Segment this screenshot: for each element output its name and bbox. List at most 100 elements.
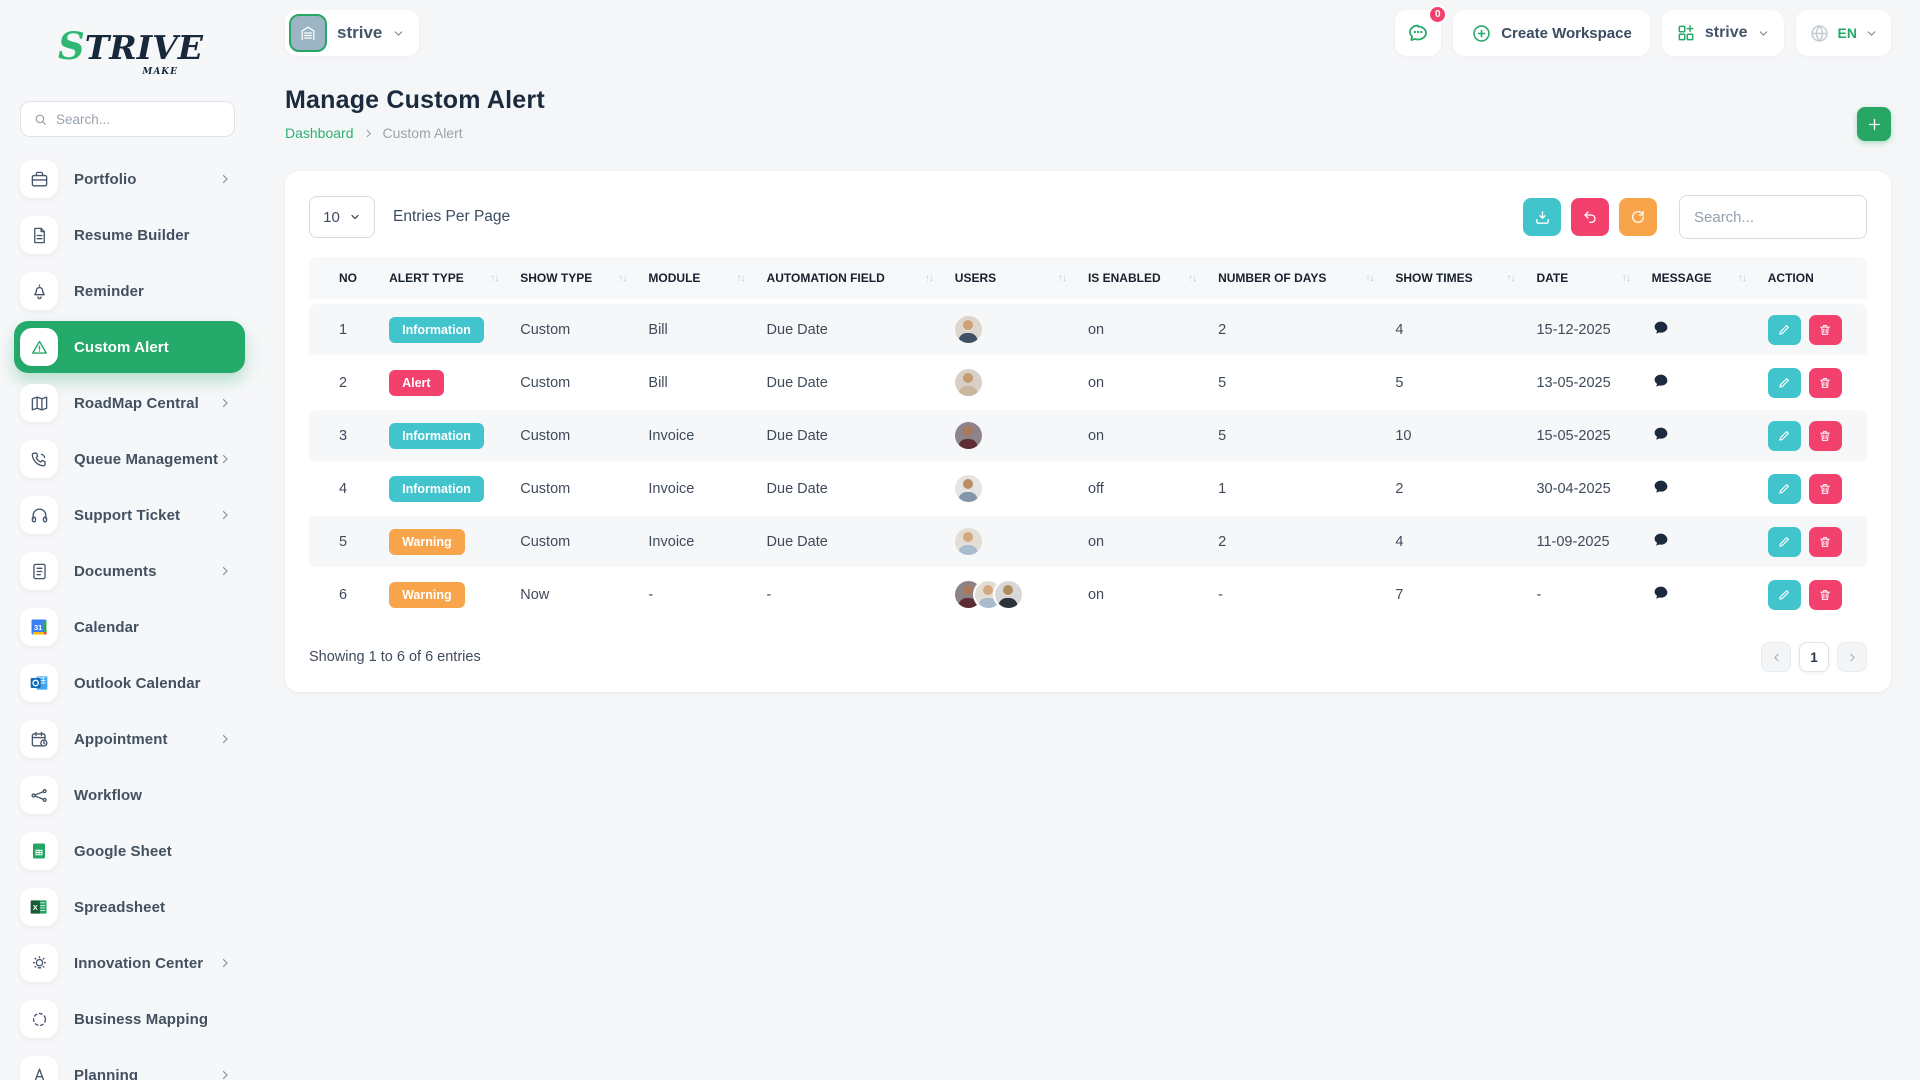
sidebar-item-roadmap-central[interactable]: RoadMap Central [20,383,241,423]
sidebar-search-input[interactable] [56,112,222,127]
col-show-times[interactable]: SHOW TIMES [1389,257,1530,304]
next-page-button[interactable] [1837,642,1867,672]
sidebar-item-resume-builder[interactable]: Resume Builder [20,215,241,255]
entries-per-page-select[interactable]: 10 [309,196,375,238]
table-footer: Showing 1 to 6 of 6 entries 1 [309,642,1867,672]
sidebar-item-label: Queue Management [74,451,218,468]
delete-button[interactable] [1809,580,1842,610]
svg-text:31: 31 [34,623,42,632]
svg-text:X: X [33,903,38,912]
delete-button[interactable] [1809,368,1842,398]
edit-button[interactable] [1768,421,1801,451]
message-button[interactable] [1652,478,1670,496]
sidebar-item-label: Resume Builder [74,227,190,244]
col-automation-field[interactable]: AUTOMATION FIELD [761,257,949,304]
edit-button[interactable] [1768,580,1801,610]
sidebar-search[interactable] [20,101,235,137]
sidebar-item-documents[interactable]: Documents [20,551,241,591]
sidebar-item-workflow[interactable]: Workflow [20,775,241,815]
language-selector[interactable]: EN [1796,10,1891,56]
col-alert-type[interactable]: ALERT TYPE [383,257,514,304]
sidebar-item-label: Support Ticket [74,507,180,524]
message-button[interactable] [1652,372,1670,390]
edit-button[interactable] [1768,527,1801,557]
col-show-type[interactable]: SHOW TYPE [514,257,642,304]
alert-type-badge: Warning [389,529,465,555]
cell-automation-field: Due Date [761,463,949,516]
message-button[interactable] [1652,531,1670,549]
col-is-enabled[interactable]: IS ENABLED [1082,257,1212,304]
workspace-pill[interactable]: strive [285,10,419,56]
add-alert-button[interactable] [1857,107,1891,141]
sidebar-item-business-mapping[interactable]: Business Mapping [20,999,241,1039]
create-workspace-button[interactable]: Create Workspace [1453,10,1650,56]
delete-button[interactable] [1809,527,1842,557]
chevron-right-icon [219,453,231,465]
cell-is-enabled: on [1082,569,1212,622]
user-avatar [955,316,982,343]
col-module[interactable]: MODULE [642,257,760,304]
refresh-button[interactable] [1619,198,1657,236]
cell-is-enabled: on [1082,304,1212,357]
chevron-right-icon [219,957,231,969]
topbar: strive 0 Create Workspace [285,10,1891,56]
page-number-button[interactable]: 1 [1799,642,1829,672]
undo-button[interactable] [1571,198,1609,236]
col-message[interactable]: MESSAGE [1646,257,1762,304]
chat-button[interactable]: 0 [1395,10,1441,56]
col-users[interactable]: USERS [949,257,1082,304]
delete-button[interactable] [1809,315,1842,345]
table-row: 1 Information Custom Bill Due Date on 2 … [309,304,1867,357]
breadcrumb-current: Custom Alert [383,125,463,141]
cell-show-times: 2 [1389,463,1530,516]
sidebar-item-reminder[interactable]: Reminder [20,271,241,311]
breadcrumb-dashboard-link[interactable]: Dashboard [285,125,354,141]
plus-icon [1866,116,1883,133]
delete-button[interactable] [1809,421,1842,451]
sidebar-item-queue-management[interactable]: Queue Management [20,439,241,479]
workspace-switcher[interactable]: strive [1662,10,1784,56]
previous-page-button[interactable] [1761,642,1791,672]
col-date[interactable]: DATE [1530,257,1645,304]
edit-button[interactable] [1768,315,1801,345]
alert-type-badge: Warning [389,582,465,608]
edit-button[interactable] [1768,368,1801,398]
logo-letter: S [58,24,85,68]
sidebar-item-label: Business Mapping [74,1011,208,1028]
sidebar-item-planning[interactable]: Planning [20,1055,241,1080]
chevron-down-icon [349,211,361,223]
sidebar-item-google-sheet[interactable]: Google Sheet [20,831,241,871]
col-number-of-days[interactable]: NUMBER OF DAYS [1212,257,1389,304]
sidebar-item-spreadsheet[interactable]: X Spreadsheet [20,887,241,927]
download-icon [1534,209,1551,226]
warning-triangle-icon [20,328,58,366]
message-button[interactable] [1652,584,1670,602]
sidebar-item-support-ticket[interactable]: Support Ticket [20,495,241,535]
cell-show-type: Custom [514,463,642,516]
sidebar-item-innovation-center[interactable]: Innovation Center [20,943,241,983]
alerts-card: 10 Entries Per Page [285,171,1891,692]
table-row: 4 Information Custom Invoice Due Date of… [309,463,1867,516]
sort-icon [1506,273,1524,284]
entries-summary: Showing 1 to 6 of 6 entries [309,649,481,665]
message-button[interactable] [1652,319,1670,337]
google-calendar-icon: 31 [20,608,58,646]
sidebar-item-outlook-calendar[interactable]: Outlook Calendar [20,663,241,703]
user-avatar [955,528,982,555]
sidebar-item-appointment[interactable]: Appointment [20,719,241,759]
document-icon [20,216,58,254]
sidebar-item-calendar[interactable]: 31 Calendar [20,607,241,647]
sidebar-item-label: Spreadsheet [74,899,165,916]
delete-button[interactable] [1809,474,1842,504]
col-no: NO [309,257,383,304]
sidebar-item-custom-alert[interactable]: Custom Alert [14,321,245,373]
building-icon [289,14,327,52]
cell-module: Bill [642,304,760,357]
table-search-input[interactable] [1679,195,1867,239]
export-button[interactable] [1523,198,1561,236]
refresh-icon [1630,209,1646,225]
edit-button[interactable] [1768,474,1801,504]
message-button[interactable] [1652,425,1670,443]
sidebar-item-portfolio[interactable]: Portfolio [20,159,241,199]
cell-module: Invoice [642,410,760,463]
